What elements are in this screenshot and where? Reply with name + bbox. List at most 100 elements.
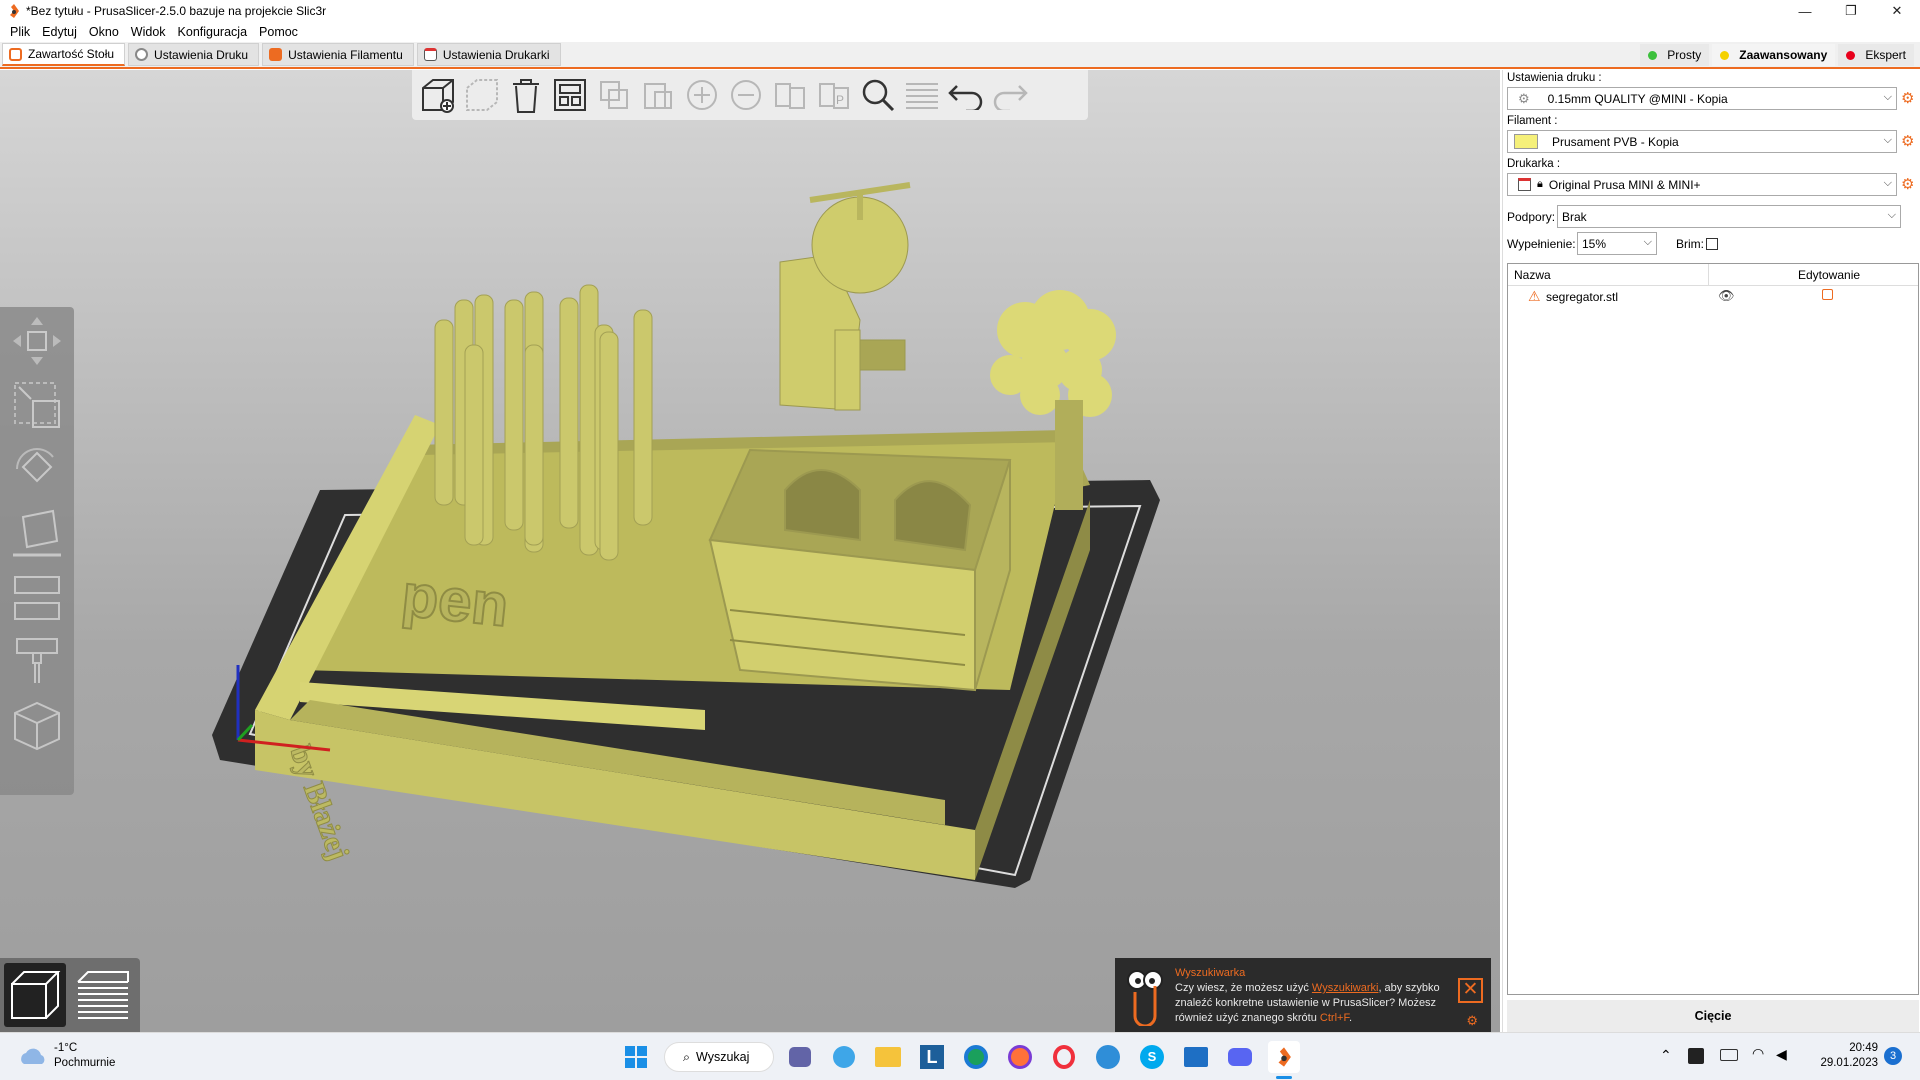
- tray-app-icon[interactable]: [1688, 1048, 1704, 1064]
- 3d-view-icon[interactable]: [4, 963, 66, 1027]
- preview-layers-icon[interactable]: [72, 963, 134, 1027]
- teams-chat-icon[interactable]: [784, 1041, 816, 1073]
- skype-icon[interactable]: S: [1136, 1041, 1168, 1073]
- tab-printer-settings[interactable]: Ustawienia Drukarki: [416, 43, 561, 66]
- place-on-face-icon[interactable]: [4, 503, 70, 563]
- paste-icon[interactable]: [638, 75, 678, 115]
- hint-close-button[interactable]: ✕: [1458, 978, 1483, 1003]
- volume-icon[interactable]: ◀︎: [1776, 1046, 1787, 1063]
- keyboard-icon[interactable]: [1720, 1049, 1738, 1061]
- tab-plater[interactable]: Zawartość Stołu: [2, 43, 126, 66]
- move-icon[interactable]: [4, 311, 70, 371]
- widgets-icon[interactable]: [828, 1041, 860, 1073]
- add-icon[interactable]: [418, 75, 458, 115]
- menu-configuration[interactable]: Konfiguracja: [172, 25, 254, 39]
- hint-notification: Wyszukiwarka Czy wiesz, że możesz użyć W…: [1115, 958, 1491, 1032]
- filament-color-swatch: [1514, 134, 1538, 149]
- cut-button[interactable]: Cięcie: [1507, 1000, 1919, 1032]
- firefox-icon[interactable]: [1004, 1041, 1036, 1073]
- menu-view[interactable]: Widok: [125, 25, 172, 39]
- print-settings-combo[interactable]: ⚙ 0.15mm QUALITY @MINI - Kopia ⌵: [1507, 87, 1897, 110]
- delete-all-icon[interactable]: [506, 75, 546, 115]
- rotate-icon[interactable]: [4, 439, 70, 499]
- edge-icon[interactable]: [960, 1041, 992, 1073]
- split-parts-icon[interactable]: P: [814, 75, 854, 115]
- paint-supports-icon[interactable]: [4, 631, 70, 691]
- cut-icon[interactable]: [4, 567, 70, 627]
- close-button[interactable]: ✕: [1874, 0, 1920, 22]
- discord-icon[interactable]: [1224, 1041, 1256, 1073]
- clippy-icon: [1127, 970, 1163, 1026]
- mode-simple-dot: [1648, 50, 1658, 60]
- edit-object-icon[interactable]: [1822, 289, 1833, 300]
- menu-edit[interactable]: Edytuj: [36, 25, 83, 39]
- print-settings-edit-icon[interactable]: ⚙: [1901, 89, 1914, 107]
- filament-combo[interactable]: Prusament PVB - Kopia ⌵: [1507, 130, 1897, 153]
- printer-edit-icon[interactable]: ⚙: [1901, 175, 1914, 193]
- layers-editing-icon[interactable]: [902, 75, 942, 115]
- mode-simple[interactable]: Prosty: [1640, 44, 1710, 66]
- remote-desktop-icon[interactable]: [1180, 1041, 1212, 1073]
- chevron-down-icon: ⌵: [1883, 134, 1892, 146]
- notification-badge[interactable]: 3: [1884, 1047, 1902, 1065]
- app-icon[interactable]: [1092, 1041, 1124, 1073]
- hint-search-link[interactable]: Wyszukiwarki: [1312, 982, 1379, 994]
- clock[interactable]: 20:49 29.01.2023: [1808, 1041, 1878, 1071]
- menu-window[interactable]: Okno: [83, 25, 125, 39]
- taskbar-search[interactable]: ⌕ Wyszukaj: [664, 1042, 774, 1072]
- printer-combo[interactable]: 🔒︎ Original Prusa MINI & MINI+ ⌵: [1507, 173, 1897, 196]
- cog-icon: ⚙: [1518, 90, 1530, 106]
- brim-checkbox[interactable]: [1706, 238, 1718, 250]
- clock-date: 29.01.2023: [1820, 1057, 1878, 1069]
- maximize-button[interactable]: ❐: [1828, 0, 1874, 22]
- l-app-icon[interactable]: L: [916, 1041, 948, 1073]
- supports-combo[interactable]: Brak ⌵: [1557, 205, 1901, 228]
- tab-label: Ustawienia Filamentu: [288, 47, 403, 62]
- file-explorer-icon[interactable]: [872, 1041, 904, 1073]
- mode-advanced[interactable]: Zaawansowany: [1712, 44, 1836, 66]
- prusaslicer-taskbar-icon[interactable]: [1268, 1041, 1300, 1073]
- scale-icon[interactable]: [4, 375, 70, 435]
- mode-expert[interactable]: Ekspert: [1838, 44, 1914, 66]
- supports-label: Podpory:: [1507, 210, 1556, 224]
- 3d-viewport[interactable]: ORIGINAL PRUSA MINI pen by Błażej: [0, 70, 1500, 1032]
- tab-filament-settings[interactable]: Ustawienia Filamentu: [262, 43, 414, 66]
- weather-widget[interactable]: -1°C Pochmurnie: [18, 1041, 115, 1071]
- menu-file[interactable]: Plik: [4, 25, 36, 39]
- clock-time: 20:49: [1849, 1042, 1878, 1054]
- search-icon: ⌕: [683, 1049, 691, 1064]
- windows-start-icon[interactable]: [620, 1041, 652, 1073]
- box-container: [708, 448, 1012, 692]
- column-separator: [1708, 264, 1709, 286]
- opera-icon[interactable]: [1048, 1041, 1080, 1073]
- delete-icon[interactable]: [462, 75, 502, 115]
- arrange-icon[interactable]: [550, 75, 590, 115]
- filament-edit-icon[interactable]: ⚙: [1901, 132, 1914, 150]
- copy-icon[interactable]: [594, 75, 634, 115]
- tab-print-settings[interactable]: Ustawienia Druku: [128, 43, 260, 66]
- printer-icon: [423, 48, 437, 61]
- object-row[interactable]: ⚠ segregator.stl 👁︎: [1508, 286, 1918, 308]
- supports-value: Brak: [1562, 209, 1587, 224]
- window-title: *Bez tytułu - PrusaSlicer-2.5.0 bazuje n…: [26, 4, 327, 18]
- menu-help[interactable]: Pomoc: [253, 25, 304, 39]
- tab-label: Ustawienia Druku: [154, 47, 249, 62]
- redo-icon[interactable]: [990, 75, 1030, 115]
- filament-label: Filament :: [1507, 115, 1558, 127]
- minimize-button[interactable]: —: [1782, 0, 1828, 22]
- wifi-icon[interactable]: ◠: [1752, 1045, 1764, 1062]
- plater-icon: [9, 47, 22, 61]
- infill-combo[interactable]: 15% ⌵: [1577, 232, 1657, 255]
- eye-icon[interactable]: 👁︎: [1718, 288, 1735, 304]
- chevron-up-icon[interactable]: ⌃: [1660, 1047, 1672, 1064]
- remove-instance-icon[interactable]: [726, 75, 766, 115]
- hint-settings-icon[interactable]: ⚙: [1466, 1013, 1478, 1028]
- tab-label: Zawartość Stołu: [28, 47, 115, 61]
- cube-view-icon[interactable]: [4, 695, 70, 755]
- search-icon[interactable]: [858, 75, 898, 115]
- chevron-down-icon: ⌵: [1887, 209, 1896, 221]
- undo-icon[interactable]: [946, 75, 986, 115]
- split-objects-icon[interactable]: [770, 75, 810, 115]
- warning-icon: ⚠: [1528, 288, 1541, 304]
- add-instance-icon[interactable]: [682, 75, 722, 115]
